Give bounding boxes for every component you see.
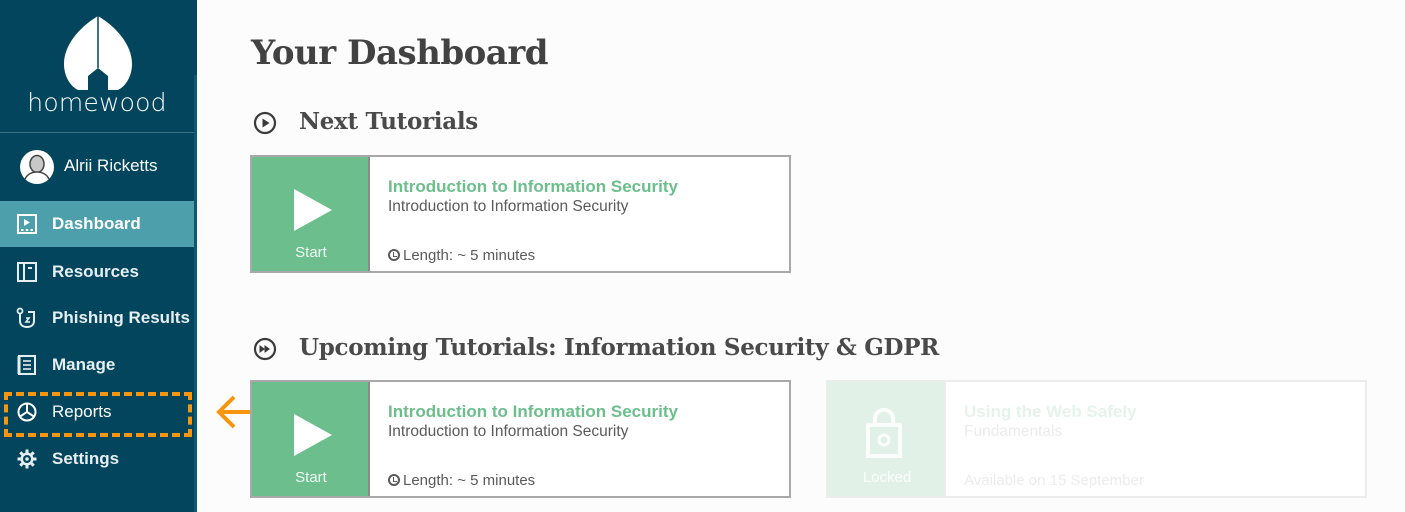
tutorial-length: Length: ~ 5 minutes [388, 247, 535, 264]
locked-tutorial-card: Locked Using the Web Safely Fundamentals… [826, 380, 1367, 498]
start-label: Start [295, 469, 327, 486]
highlight-annotation [4, 392, 192, 437]
section-heading: Upcoming Tutorials: Information Security… [299, 334, 939, 361]
sidebar-item-resources[interactable]: Resources [0, 249, 197, 295]
availability-date: Available on 15 September [964, 472, 1144, 489]
avatar [20, 150, 54, 184]
tutorial-subtitle: Introduction to Information Security [388, 423, 629, 440]
sidebar-item-label: Resources [52, 262, 139, 281]
tutorial-subtitle: Fundamentals [964, 423, 1063, 440]
sidebar-item-manage[interactable]: Manage [0, 342, 197, 388]
start-button[interactable]: Start [252, 382, 370, 496]
sidebar-item-dashboard[interactable]: Dashboard [0, 201, 197, 247]
user-name: Alrii Ricketts [64, 156, 158, 175]
play-circle-icon [253, 111, 277, 135]
fast-forward-circle-icon [253, 337, 277, 361]
page-title: Your Dashboard [251, 33, 549, 73]
clock-icon [388, 249, 400, 261]
list-icon [17, 355, 36, 375]
sidebar-item-settings[interactable]: Settings [0, 436, 197, 482]
sidebar-item-label: Settings [52, 449, 120, 468]
user-profile[interactable]: Alrii Ricketts [0, 133, 194, 199]
sidebar-item-label: Dashboard [52, 214, 141, 233]
start-label: Start [295, 244, 327, 261]
book-icon [17, 262, 37, 282]
logo[interactable]: homewood [0, 0, 194, 132]
tutorial-subtitle: Introduction to Information Security [388, 198, 629, 215]
start-button[interactable]: Start [252, 157, 370, 271]
sidebar-item-label: Phishing Results [52, 308, 190, 327]
sidebar-item-label: Manage [52, 355, 116, 374]
phishing-hook-icon [16, 307, 35, 329]
user-avatar-icon [23, 154, 51, 183]
tutorial-length-text: Length: ~ 5 minutes [403, 247, 536, 264]
gear-icon [17, 449, 37, 469]
clock-icon [388, 474, 400, 486]
play-icon [294, 189, 332, 231]
sidebar-item-phishing-results[interactable]: Phishing Results [0, 295, 197, 341]
locked-thumb: Locked [828, 382, 946, 496]
brand-name: homewood [27, 88, 167, 117]
homewood-logo-icon [64, 16, 132, 90]
tutorial-card[interactable]: Start Introduction to Information Securi… [250, 380, 791, 498]
tutorial-length-text: Length: ~ 5 minutes [403, 472, 536, 489]
tutorial-title: Using the Web Safely [964, 402, 1137, 421]
tutorial-title-link[interactable]: Introduction to Information Security [388, 402, 678, 422]
section-heading: Next Tutorials [299, 108, 478, 135]
dashboard-icon [17, 214, 37, 234]
sidebar-edge [194, 75, 197, 512]
lock-icon [866, 408, 902, 458]
play-icon [294, 414, 332, 456]
tutorial-title-link[interactable]: Introduction to Information Security [388, 177, 678, 197]
locked-label: Locked [862, 469, 912, 486]
tutorial-card[interactable]: Start Introduction to Information Securi… [250, 155, 791, 273]
tutorial-length: Length: ~ 5 minutes [388, 472, 535, 489]
